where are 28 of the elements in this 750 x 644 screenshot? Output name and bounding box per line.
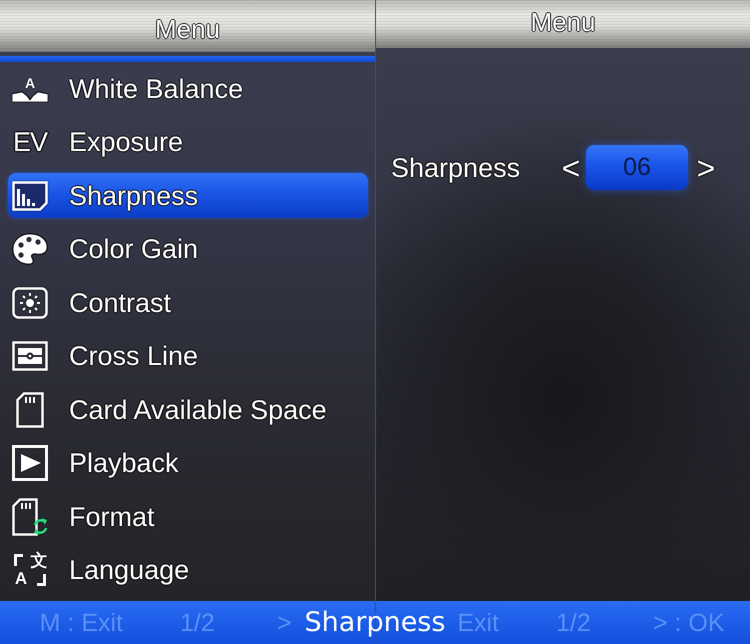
ok-hint: > : OK [653, 608, 726, 638]
bar-graph-icon [12, 180, 48, 211]
page-indicator: 1/2 [180, 608, 216, 638]
menu-item[interactable]: Playback [8, 440, 368, 486]
menu-item[interactable]: Card Available Space [8, 387, 368, 432]
crosshair-frame-icon [12, 341, 48, 372]
exit-hint: Exit [457, 608, 499, 638]
increase-arrow[interactable]: > [692, 150, 720, 186]
menu-item[interactable]: EV Exposure [8, 120, 368, 165]
setting-label: Sharpness [391, 152, 522, 184]
menu-item[interactable]: Sharpness [8, 173, 368, 218]
card-refresh-icon [12, 498, 48, 536]
menu-title: Menu [154, 14, 220, 44]
exit-hint: M : Exit [40, 608, 123, 638]
ev-icon: EV [12, 127, 48, 158]
menu-item[interactable]: Color Gain [8, 226, 368, 272]
memory-card-icon [16, 392, 44, 428]
menu-item[interactable]: A White Balance [8, 66, 368, 112]
menu-title: Menu [530, 7, 596, 37]
page-indicator: 1/2 [556, 608, 592, 638]
sun-square-icon [12, 286, 48, 319]
decrease-arrow[interactable]: < [557, 150, 585, 186]
play-icon [12, 445, 48, 482]
palette-icon [12, 233, 48, 266]
menu-item[interactable]: Format [8, 494, 368, 540]
menu-item[interactable]: Contrast [8, 280, 368, 326]
menu-item[interactable]: Cross Line [8, 334, 368, 379]
menu-item[interactable]: 文 A Language [8, 548, 368, 593]
